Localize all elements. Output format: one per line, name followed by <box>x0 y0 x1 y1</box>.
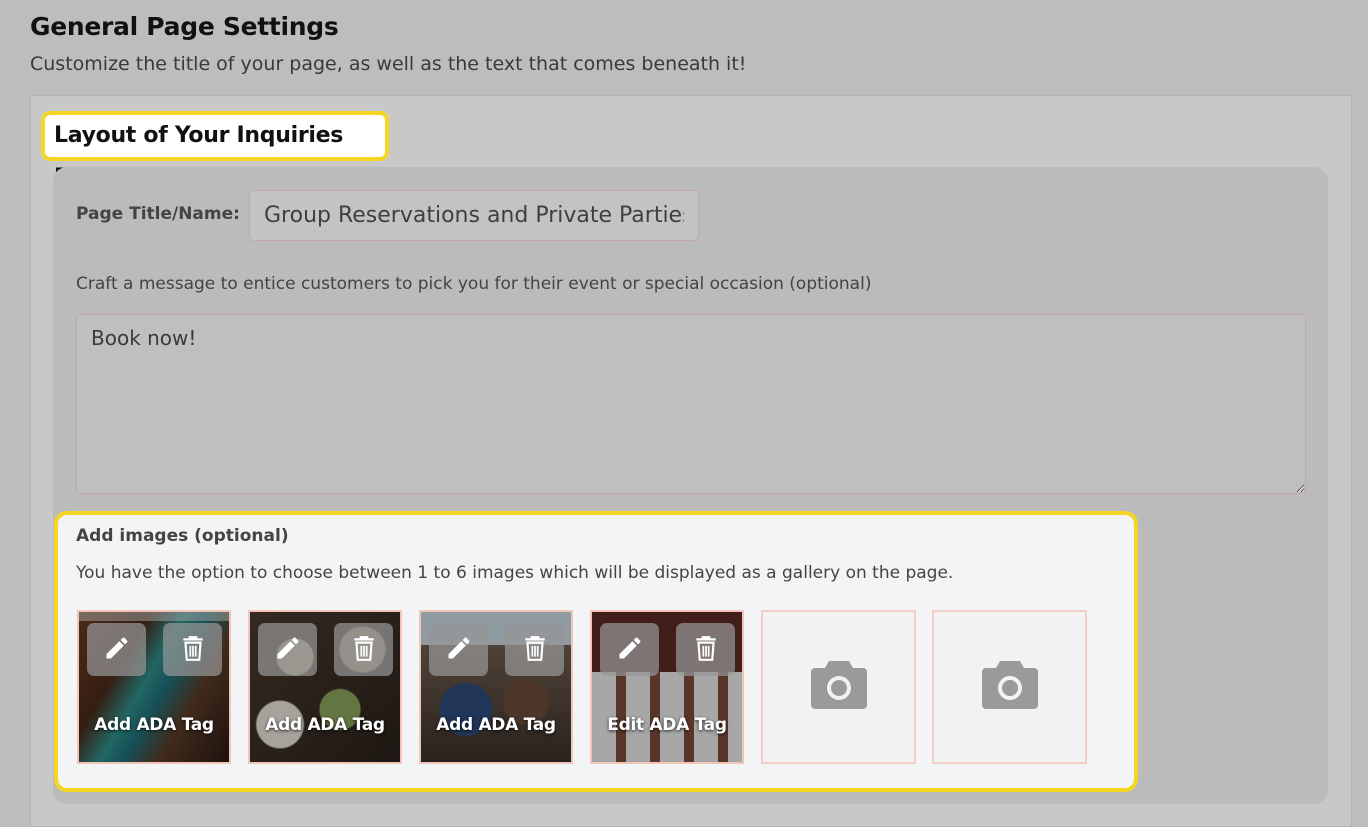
section-title: Layout of Your Inquiries Page <box>41 111 389 190</box>
ada-tag-button[interactable]: Add ADA Tag <box>79 715 229 735</box>
trash-icon <box>180 634 206 666</box>
delete-image-button[interactable] <box>676 623 735 676</box>
image-thumbnail-3[interactable]: Add ADA Tag <box>419 610 573 764</box>
delete-image-button[interactable] <box>334 623 393 676</box>
page-title: General Page Settings <box>30 12 339 41</box>
ada-tag-button[interactable]: Add ADA Tag <box>421 715 571 735</box>
page-title-label: Page Title/Name: <box>76 204 240 224</box>
ada-tag-button[interactable]: Add ADA Tag <box>250 715 400 735</box>
pencil-icon <box>445 634 473 666</box>
image-thumbnail-1[interactable]: Add ADA Tag <box>77 610 231 764</box>
pencil-icon <box>616 634 644 666</box>
images-description: You have the option to choose between 1 … <box>76 563 954 583</box>
edit-image-button[interactable] <box>87 623 146 676</box>
edit-image-button[interactable] <box>258 623 317 676</box>
edit-image-button[interactable] <box>600 623 659 676</box>
message-label: Craft a message to entice customers to p… <box>76 274 872 294</box>
pencil-icon <box>274 634 302 666</box>
trash-icon <box>522 634 548 666</box>
image-thumbnail-2[interactable]: Add ADA Tag <box>248 610 402 764</box>
trash-icon <box>693 634 719 666</box>
pencil-icon <box>103 634 131 666</box>
image-thumbnail-4[interactable]: Edit ADA Tag <box>590 610 744 764</box>
edit-image-button[interactable] <box>429 623 488 676</box>
page-title-input[interactable] <box>249 190 699 241</box>
ada-tag-button[interactable]: Edit ADA Tag <box>592 715 742 735</box>
camera-icon <box>809 659 869 715</box>
add-image-slot-5[interactable] <box>761 610 916 764</box>
trash-icon <box>351 634 377 666</box>
add-image-slot-6[interactable] <box>932 610 1087 764</box>
images-title: Add images (optional) <box>76 526 289 546</box>
page-subtitle: Customize the title of your page, as wel… <box>30 53 747 75</box>
delete-image-button[interactable] <box>163 623 222 676</box>
message-textarea[interactable]: Book now! <box>76 314 1306 494</box>
camera-icon <box>980 659 1040 715</box>
delete-image-button[interactable] <box>505 623 564 676</box>
